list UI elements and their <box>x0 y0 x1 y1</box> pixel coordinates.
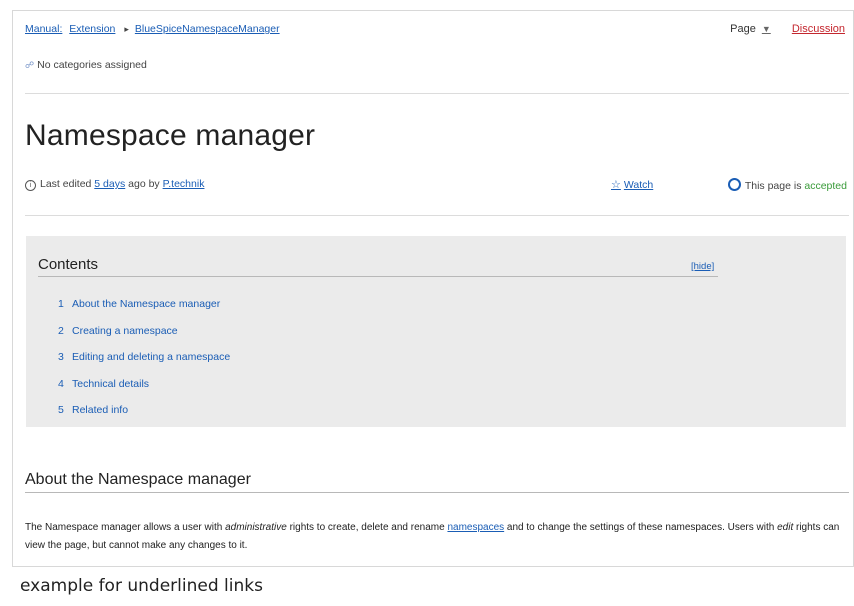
toc-item-number: 5 <box>58 404 64 416</box>
toc-item-number: 1 <box>58 298 64 310</box>
last-edited-middle: ago by <box>128 178 160 190</box>
toc-item-label: Related info <box>72 404 129 416</box>
last-edited-info: i Last edited 5 days ago by P.technik <box>25 178 204 191</box>
screenshot-frame: Manual: Extension ▸ BlueSpiceNamespaceMan… <box>12 10 854 567</box>
breadcrumb: Manual: Extension ▸ BlueSpiceNamespaceMan… <box>25 23 280 35</box>
categories-text: No categories assigned <box>37 59 147 71</box>
toc-item-number: 2 <box>58 324 64 337</box>
namespaces-link[interactable]: namespaces <box>447 522 504 533</box>
star-icon: ☆ <box>611 179 621 191</box>
review-icon[interactable] <box>727 178 741 191</box>
section-paragraph: The Namespace manager allows a user with… <box>25 519 845 555</box>
paragraph-text: rights to create, delete and rename <box>286 522 448 533</box>
categories-bar: ☍ No categories assigned <box>25 59 147 71</box>
chevron-down-icon[interactable]: ▼ <box>762 24 771 34</box>
breadcrumb-bluespicenamespacemanager[interactable]: BlueSpiceNamespaceManager <box>135 23 280 35</box>
table-of-contents: Contents [hide] 1 About the Namespace man… <box>26 236 846 427</box>
toc-item-editing[interactable]: 3 Editing and deleting a namespace <box>58 351 230 378</box>
tab-page-label: Page <box>730 23 756 35</box>
toc-item-related[interactable]: 5 Related info <box>58 404 230 431</box>
paragraph-emphasis: edit <box>777 522 794 533</box>
review-status: This page is accepted <box>727 178 847 192</box>
breadcrumb-extension[interactable]: Extension <box>69 23 115 35</box>
toc-title: Contents <box>38 256 99 273</box>
toc-item-number: 3 <box>58 351 64 363</box>
watch-label: Watch <box>623 179 654 191</box>
toc-item-about[interactable]: 1 About the Namespace manager <box>58 298 230 325</box>
toc-divider <box>38 276 718 277</box>
divider <box>25 215 849 216</box>
watch-button[interactable]: ☆ Watch <box>611 178 653 191</box>
breadcrumb-manual[interactable]: Manual: <box>25 23 62 35</box>
paragraph-text: and to change the settings of these name… <box>504 522 778 533</box>
toc-item-label: Creating a namespace <box>72 324 178 337</box>
page-title: Namespace manager <box>25 119 316 152</box>
section-divider <box>25 492 849 493</box>
paragraph-emphasis: administrative <box>225 522 287 533</box>
paragraph-text: The Namespace manager allows a user with <box>25 522 226 533</box>
review-status-prefix: This page is <box>744 180 802 192</box>
toc-list: 1 About the Namespace manager 2 Creating a… <box>58 298 230 431</box>
toc-item-number: 4 <box>58 377 64 390</box>
toc-item-label: Editing and deleting a namespace <box>72 351 231 363</box>
info-icon: i <box>25 180 36 191</box>
section-heading: About the Namespace manager <box>25 471 251 488</box>
divider <box>25 93 849 94</box>
toc-item-label: Technical details <box>72 377 150 390</box>
image-caption: example for underlined links <box>20 576 263 596</box>
last-edited-user-link[interactable]: P.technik <box>163 178 205 190</box>
toc-item-creating[interactable]: 2 Creating a namespace <box>58 325 230 352</box>
toc-hide-link[interactable]: [hide] <box>691 261 714 272</box>
tab-discussion[interactable]: Discussion <box>792 23 845 35</box>
toc-item-label: About the Namespace manager <box>72 298 221 310</box>
last-edited-date-link[interactable]: 5 days <box>94 178 125 190</box>
page-tabs: Page ▼ Discussion <box>730 23 845 35</box>
breadcrumb-separator-icon: ▸ <box>124 24 129 34</box>
toc-item-technical[interactable]: 4 Technical details <box>58 378 230 405</box>
review-status-value: accepted <box>804 180 847 192</box>
tag-icon: ☍ <box>25 60 35 70</box>
last-edited-prefix: Last edited <box>40 178 92 190</box>
tab-page[interactable]: Page ▼ <box>730 23 771 35</box>
